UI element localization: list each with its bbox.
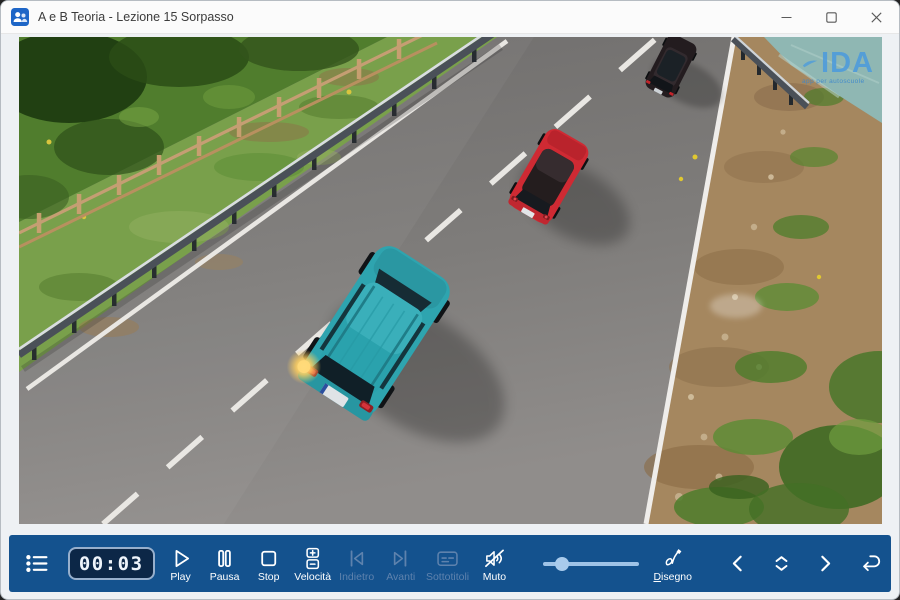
play-label: Play — [170, 572, 190, 583]
stop-icon — [255, 545, 282, 572]
volume-slider[interactable] — [543, 554, 639, 574]
play-button[interactable]: Play — [159, 545, 203, 583]
app-window: A e B Teoria - Lezione 15 Sorpasso — [0, 0, 900, 600]
timer-display: 00:03 — [68, 547, 155, 580]
back-label: Indietro — [339, 572, 374, 583]
expand-button[interactable] — [759, 550, 803, 577]
subtitles-label: Sottotitoli — [426, 572, 469, 583]
chevron-right-icon — [812, 550, 839, 577]
stop-button[interactable]: Stop — [247, 545, 291, 583]
next-button[interactable] — [803, 550, 847, 577]
chevron-left-icon — [724, 550, 751, 577]
close-button[interactable] — [854, 1, 899, 33]
sun-glare — [710, 294, 762, 318]
app-people-icon — [11, 8, 29, 26]
draw-label: Disegno — [653, 572, 692, 583]
title-bar: A e B Teoria - Lezione 15 Sorpasso — [1, 1, 899, 34]
forward-button[interactable]: Avanti — [379, 545, 423, 583]
pen-icon — [659, 545, 686, 572]
minimize-button[interactable] — [764, 1, 809, 33]
draw-button[interactable]: Disegno — [647, 545, 698, 583]
speed-icon — [299, 545, 326, 572]
playlist-button[interactable] — [21, 550, 53, 577]
subtitles-icon — [434, 545, 461, 572]
player-toolbar: 00:03 Play Pausa Stop — [9, 535, 891, 592]
ida-logo: IDA app per autoscuole — [802, 49, 874, 86]
stop-label: Stop — [258, 572, 280, 583]
close-icon — [871, 12, 882, 23]
timer-value: 00:03 — [79, 553, 144, 575]
road-scene — [19, 37, 882, 524]
return-button[interactable] — [847, 550, 891, 577]
slider-thumb[interactable] — [555, 557, 569, 571]
subtitles-button[interactable]: Sottotitoli — [423, 545, 473, 583]
playlist-icon — [23, 550, 50, 577]
skip-forward-icon — [387, 545, 414, 572]
minimize-icon — [781, 12, 792, 23]
ida-logo-text: IDA — [821, 49, 874, 78]
play-icon — [167, 545, 194, 572]
ida-logo-subtext: app per autoscuole — [802, 79, 874, 86]
return-arrow-icon — [856, 550, 883, 577]
prev-button[interactable] — [715, 550, 759, 577]
maximize-button[interactable] — [809, 1, 854, 33]
maximize-icon — [826, 12, 837, 23]
ida-swoosh-icon — [802, 58, 818, 70]
pause-icon — [211, 545, 238, 572]
nav-cluster — [715, 550, 891, 577]
chevrons-up-down-icon — [768, 550, 795, 577]
speed-button[interactable]: Velocità — [291, 545, 335, 583]
pause-button[interactable]: Pausa — [203, 545, 247, 583]
skip-back-icon — [343, 545, 370, 572]
mute-button[interactable]: Muto — [472, 545, 516, 583]
pause-label: Pausa — [210, 572, 240, 583]
window-controls — [764, 1, 899, 33]
mute-label: Muto — [483, 572, 506, 583]
speed-label: Velocità — [294, 572, 331, 583]
video-canvas: IDA app per autoscuole — [19, 37, 882, 524]
window-title: A e B Teoria - Lezione 15 Sorpasso — [38, 10, 234, 24]
mute-icon — [481, 545, 508, 572]
back-button[interactable]: Indietro — [335, 545, 379, 583]
forward-label: Avanti — [386, 572, 415, 583]
